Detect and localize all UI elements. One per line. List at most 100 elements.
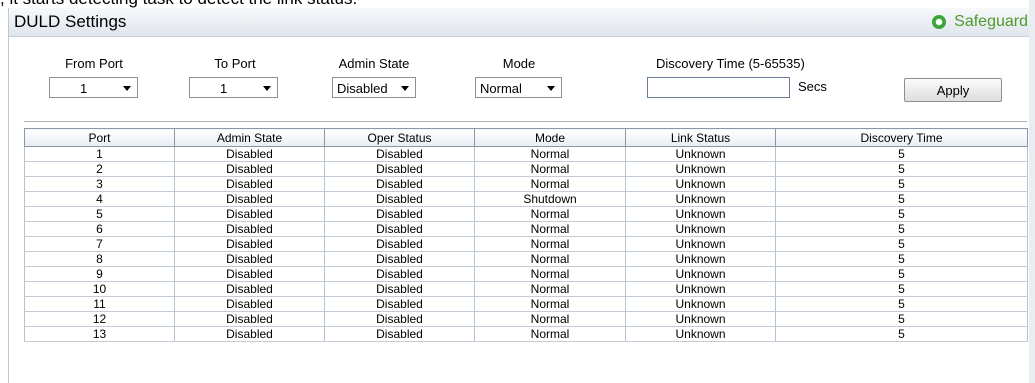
admin-state-cell: Disabled xyxy=(174,296,325,312)
oper-status-cell: Disabled xyxy=(324,221,475,237)
oper-status-cell: Disabled xyxy=(324,206,475,222)
mode-value: Normal xyxy=(480,81,522,96)
table-row: 3 Disabled Disabled Normal Unknown 5 xyxy=(24,176,1028,192)
discovery-time-cell: 5 xyxy=(775,221,1028,237)
discovery-time-input[interactable] xyxy=(647,77,790,98)
oper-status-cell: Disabled xyxy=(324,161,475,177)
admin-state-select[interactable]: Disabled xyxy=(332,77,416,98)
mode-cell: Normal xyxy=(474,176,626,192)
discovery-time-cell: 5 xyxy=(775,326,1028,342)
oper-status-cell: Disabled xyxy=(324,146,475,162)
port-cell: 4 xyxy=(24,191,175,207)
link-status-cell: Unknown xyxy=(625,221,776,237)
admin-state-cell: Disabled xyxy=(174,221,325,237)
discovery-time-cell: 5 xyxy=(775,266,1028,282)
mode-cell: Normal xyxy=(474,266,626,282)
port-cell: 6 xyxy=(24,221,175,237)
admin-state-value: Disabled xyxy=(337,81,388,96)
chevron-down-icon xyxy=(263,86,271,91)
to-port-select[interactable]: 1 xyxy=(189,77,278,98)
duld-table-container: Port Admin State Oper Status Mode Link S… xyxy=(24,128,1028,342)
admin-state-cell: Disabled xyxy=(174,266,325,282)
column-header-admin-state: Admin State xyxy=(174,128,325,147)
table-row: 5 Disabled Disabled Normal Unknown 5 xyxy=(24,206,1028,222)
discovery-time-cell: 5 xyxy=(775,311,1028,327)
oper-status-cell: Disabled xyxy=(324,236,475,252)
admin-state-cell: Disabled xyxy=(174,326,325,342)
chevron-down-icon xyxy=(123,86,131,91)
admin-state-label: Admin State xyxy=(338,56,410,71)
admin-state-cell: Disabled xyxy=(174,281,325,297)
mode-cell: Normal xyxy=(474,251,626,267)
to-port-label: To Port xyxy=(214,56,256,71)
port-cell: 12 xyxy=(24,311,175,327)
column-header-port: Port xyxy=(24,128,175,147)
table-row: 13 Disabled Disabled Normal Unknown 5 xyxy=(24,326,1028,342)
discovery-time-cell: 5 xyxy=(775,296,1028,312)
link-status-cell: Unknown xyxy=(625,206,776,222)
port-cell: 3 xyxy=(24,176,175,192)
safeguard-link[interactable]: Safeguard xyxy=(932,13,1028,31)
table-row: 8 Disabled Disabled Normal Unknown 5 xyxy=(24,251,1028,267)
oper-status-cell: Disabled xyxy=(324,281,475,297)
scrollbar-track[interactable] xyxy=(1029,0,1035,383)
page-title: DULD Settings xyxy=(14,12,127,31)
link-status-cell: Unknown xyxy=(625,326,776,342)
apply-button[interactable]: Apply xyxy=(904,78,1002,102)
port-cell: 7 xyxy=(24,236,175,252)
mode-cell: Normal xyxy=(474,311,626,327)
oper-status-cell: Disabled xyxy=(324,296,475,312)
link-status-cell: Unknown xyxy=(625,311,776,327)
oper-status-cell: Disabled xyxy=(324,311,475,327)
link-status-cell: Unknown xyxy=(625,236,776,252)
admin-state-cell: Disabled xyxy=(174,146,325,162)
from-port-value: 1 xyxy=(80,81,88,96)
link-status-cell: Unknown xyxy=(625,191,776,207)
oper-status-cell: Disabled xyxy=(324,326,475,342)
discovery-time-cell: 5 xyxy=(775,281,1028,297)
oper-status-cell: Disabled xyxy=(324,251,475,267)
divider xyxy=(24,121,1027,122)
discovery-time-label: Discovery Time (5-65535) xyxy=(656,56,805,71)
admin-state-cell: Disabled xyxy=(174,176,325,192)
mode-cell: Normal xyxy=(474,281,626,297)
table-row: 10 Disabled Disabled Normal Unknown 5 xyxy=(24,281,1028,297)
discovery-time-cell: 5 xyxy=(775,206,1028,222)
table-row: 1 Disabled Disabled Normal Unknown 5 xyxy=(24,146,1028,162)
mode-cell: Shutdown xyxy=(474,191,626,207)
column-header-mode: Mode xyxy=(474,128,626,147)
mode-cell: Normal xyxy=(474,161,626,177)
secs-unit-label: Secs xyxy=(798,79,827,94)
oper-status-cell: Disabled xyxy=(324,191,475,207)
table-row: 12 Disabled Disabled Normal Unknown 5 xyxy=(24,311,1028,327)
link-status-cell: Unknown xyxy=(625,281,776,297)
mode-cell: Normal xyxy=(474,146,626,162)
header-bar: DULD Settings Safeguard xyxy=(9,8,1035,37)
mode-cell: Normal xyxy=(474,221,626,237)
admin-state-cell: Disabled xyxy=(174,311,325,327)
mode-cell: Normal xyxy=(474,206,626,222)
port-cell: 9 xyxy=(24,266,175,282)
discovery-time-cell: 5 xyxy=(775,176,1028,192)
oper-status-cell: Disabled xyxy=(324,266,475,282)
port-cell: 10 xyxy=(24,281,175,297)
table-row: 4 Disabled Disabled Shutdown Unknown 5 xyxy=(24,191,1028,207)
table-row: 9 Disabled Disabled Normal Unknown 5 xyxy=(24,266,1028,282)
port-cell: 2 xyxy=(24,161,175,177)
port-cell: 1 xyxy=(24,146,175,162)
table-row: 11 Disabled Disabled Normal Unknown 5 xyxy=(24,296,1028,312)
clipped-caption-text: , it starts detecting task to detect the… xyxy=(0,0,600,8)
admin-state-cell: Disabled xyxy=(174,251,325,267)
table-header-row: Port Admin State Oper Status Mode Link S… xyxy=(24,128,1028,147)
discovery-time-cell: 5 xyxy=(775,251,1028,267)
oper-status-cell: Disabled xyxy=(324,176,475,192)
to-port-value: 1 xyxy=(220,81,228,96)
safeguard-label: Safeguard xyxy=(954,13,1028,30)
column-header-link-status: Link Status xyxy=(625,128,776,147)
mode-select[interactable]: Normal xyxy=(475,77,562,98)
discovery-time-cell: 5 xyxy=(775,161,1028,177)
mode-cell: Normal xyxy=(474,326,626,342)
from-port-select[interactable]: 1 xyxy=(49,77,138,98)
mode-label: Mode xyxy=(502,56,536,71)
port-cell: 8 xyxy=(24,251,175,267)
